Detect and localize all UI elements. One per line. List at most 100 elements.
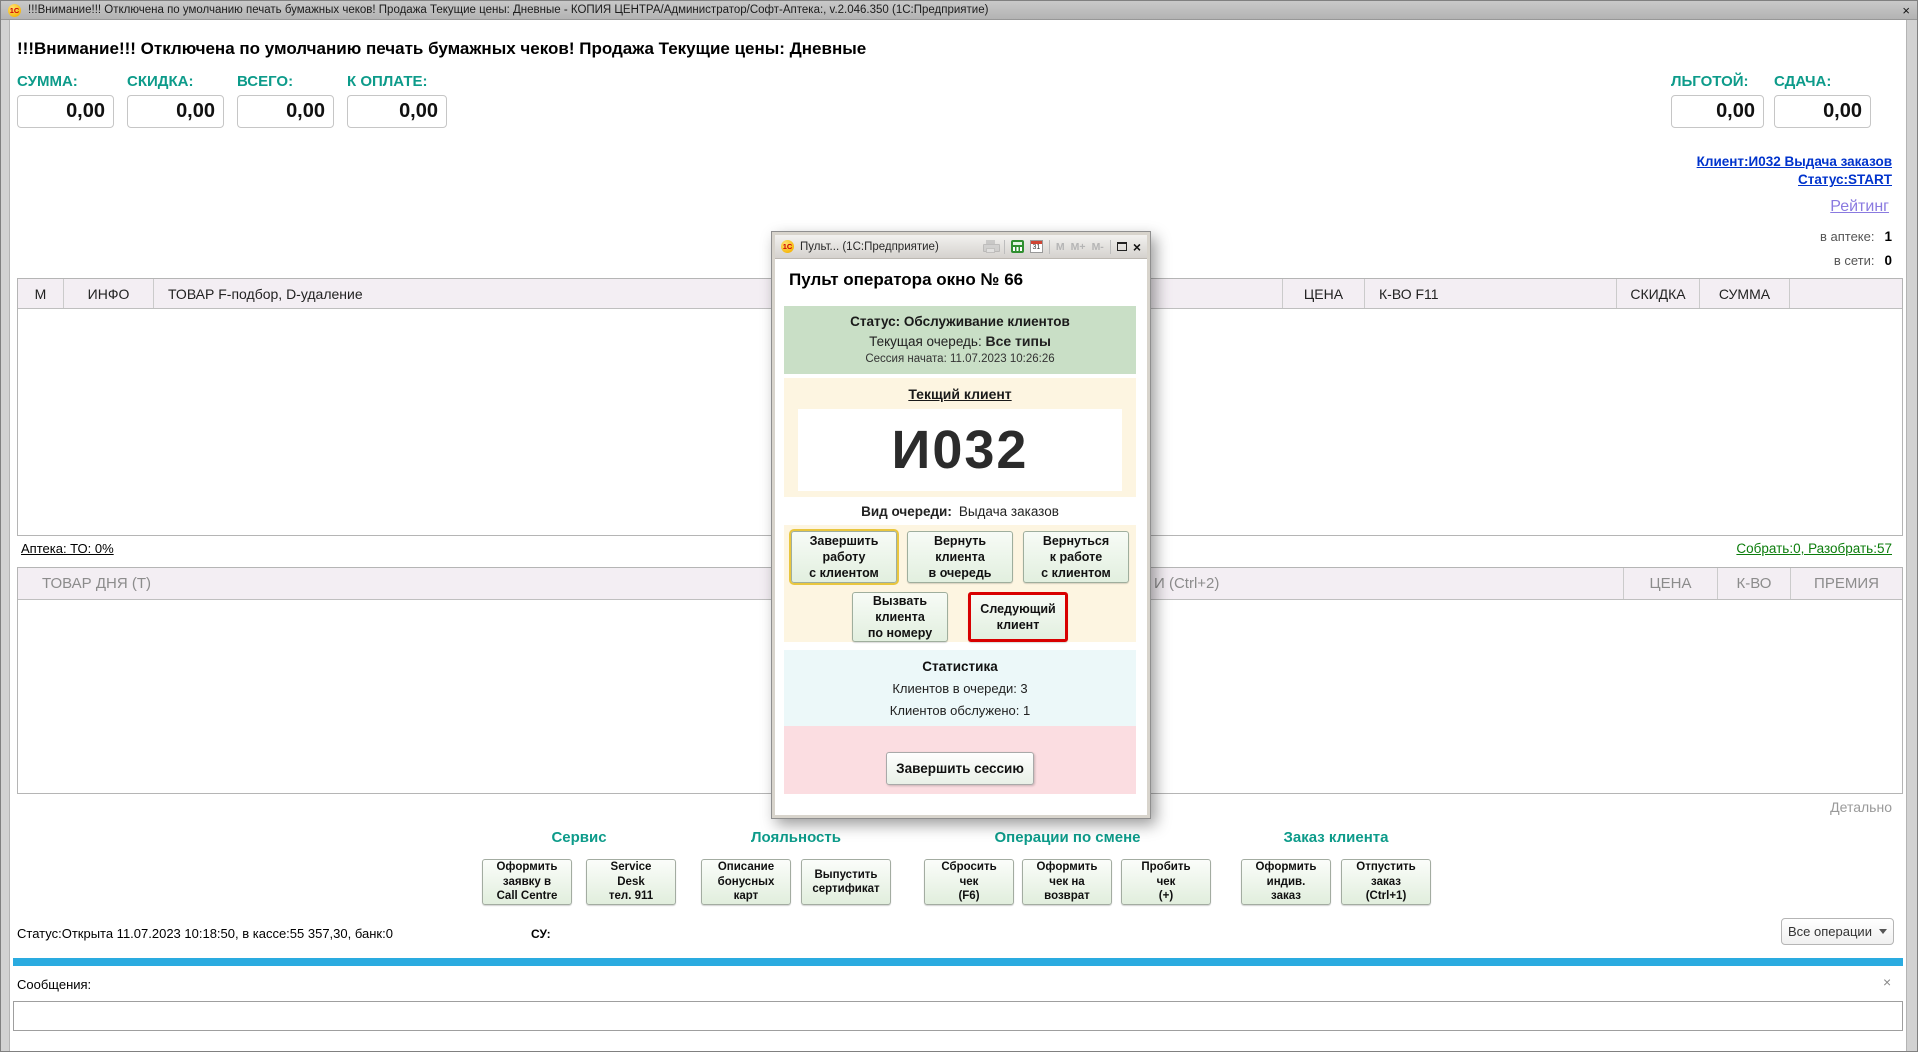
total-to-pay-value: 0,00 — [347, 95, 447, 128]
messages-close-icon[interactable]: × — [1883, 974, 1891, 990]
maximize-icon[interactable] — [1116, 242, 1127, 251]
total-privilege-label: ЛЬГОТОЙ: — [1671, 73, 1749, 90]
queue-kind-value: Выдача заказов — [958, 503, 1059, 519]
client-buttons-row-1: Завершить работу с клиентом Вернуть клие… — [784, 531, 1136, 583]
client-buttons-row-2: Вызвать клиента по номеру Следующий клие… — [784, 592, 1136, 642]
column-header-sum: СУММА — [1700, 279, 1790, 308]
total-change: СДАЧА: 0,00 — [1774, 73, 1871, 128]
column-header-info: ИНФО — [64, 279, 154, 308]
issue-certificate-button[interactable]: Выпустить сертификат — [801, 859, 891, 905]
end-session-button[interactable]: Завершить сессию — [886, 752, 1034, 785]
individual-order-button[interactable]: Оформить индив. заказ — [1241, 859, 1331, 905]
total-sum: СУММА: 0,00 — [17, 73, 114, 128]
memory-button[interactable]: M — [1056, 241, 1065, 253]
reset-receipt-button[interactable]: Сбросить чек (F6) — [924, 859, 1014, 905]
detail-hint: Детально — [1830, 799, 1892, 815]
column-header-day-qty: К-ВО — [1717, 568, 1790, 599]
titlebar-separator — [1003, 239, 1005, 254]
window-close-icon[interactable]: × — [1902, 4, 1910, 17]
window-border-right — [1906, 20, 1917, 1051]
statistics-box: Статистика Клиентов в очереди: 3 Клиенто… — [784, 650, 1136, 726]
session-status-line: Статус: Обслуживание клиентов — [850, 314, 1070, 329]
section-title-service: Сервис — [551, 829, 607, 846]
window-titlebar: 1С !!!Внимание!!! Отключена по умолчанию… — [1, 1, 1917, 20]
session-start-label: Сессия начата: — [865, 353, 947, 365]
calculator-icon[interactable] — [1010, 240, 1024, 253]
message-input[interactable] — [13, 1001, 1903, 1031]
separator-bar — [13, 958, 1903, 966]
column-header-discount: СКИДКА — [1617, 279, 1700, 308]
service-desk-button[interactable]: Service Desk тел. 911 — [586, 859, 676, 905]
in-pharmacy-label: в аптеке: — [1819, 229, 1875, 244]
collect-disassemble-link[interactable]: Собрать:0, Разобрать:57 — [1736, 541, 1892, 556]
call-centre-request-button[interactable]: Оформить заявку в Call Centre — [482, 859, 572, 905]
calendar-icon[interactable]: 31 — [1029, 240, 1043, 253]
total-overall-value: 0,00 — [237, 95, 334, 128]
total-sum-label: СУММА: — [17, 73, 78, 90]
column-header-filler — [1790, 279, 1902, 308]
return-client-button[interactable]: Вернуть клиента в очередь — [907, 531, 1013, 583]
current-client-title: Текщий клиент — [908, 386, 1012, 402]
session-start-line: Сессия начата: 11.07.2023 10:26:26 — [784, 353, 1136, 365]
total-to-pay: К ОПЛАТЕ: 0,00 — [347, 73, 447, 128]
column-header-m: М — [18, 279, 64, 308]
su-label: СУ: — [531, 927, 551, 941]
in-pharmacy-counter: в аптеке: 1 — [1820, 229, 1892, 244]
end-session-box: Завершить сессию — [784, 726, 1136, 794]
client-link[interactable]: Клиент:И032 Выдача заказов — [1697, 154, 1892, 169]
queue-kind-label: Вид очереди: — [861, 503, 952, 519]
queue-kind-row: Вид очереди: Выдача заказов — [784, 497, 1136, 525]
chevron-down-icon — [1878, 929, 1887, 934]
total-discount-value: 0,00 — [127, 95, 224, 128]
total-change-value: 0,00 — [1774, 95, 1871, 128]
total-change-label: СДАЧА: — [1774, 73, 1832, 90]
titlebar-separator — [1109, 239, 1111, 254]
dialog-titlebar: 1С Пульт... (1С:Предприятие) 31 M M+ M- … — [775, 235, 1147, 259]
column-header-day-price: ЦЕНА — [1623, 568, 1717, 599]
pharmacy-to-link[interactable]: Аптека: ТО: 0% — [21, 541, 114, 556]
finish-client-button[interactable]: Завершить работу с клиентом — [791, 531, 897, 583]
cash-status-text: Статус:Открыта 11.07.2023 10:18:50, в ка… — [17, 926, 393, 941]
in-network-label: в сети: — [1833, 253, 1875, 268]
all-operations-button[interactable]: Все операции — [1781, 918, 1894, 945]
column-header-day-bonus: ПРЕМИЯ — [1790, 568, 1902, 599]
call-client-by-number-button[interactable]: Вызвать клиента по номеру — [852, 592, 948, 642]
status-link[interactable]: Статус:START — [1798, 172, 1892, 187]
client-number: И032 — [798, 409, 1122, 491]
resume-client-button[interactable]: Вернуться к работе с клиентом — [1023, 531, 1129, 583]
total-discount: СКИДКА: 0,00 — [127, 73, 224, 128]
current-queue-label: Текущая очередь: — [869, 334, 982, 349]
dialog-close-icon[interactable]: × — [1133, 239, 1141, 255]
punch-receipt-button[interactable]: Пробить чек (+) — [1121, 859, 1211, 905]
column-header-i-ctrl2: И (Ctrl+2) — [1154, 575, 1220, 592]
total-privilege: ЛЬГОТОЙ: 0,00 — [1671, 73, 1764, 128]
total-overall: ВСЕГО: 0,00 — [237, 73, 334, 128]
app-window: 1С !!!Внимание!!! Отключена по умолчанию… — [0, 0, 1918, 1052]
memory-minus-button[interactable]: M- — [1092, 241, 1104, 253]
statistics-title: Статистика — [922, 659, 998, 674]
return-receipt-button[interactable]: Оформить чек на возврат — [1022, 859, 1112, 905]
current-queue-value: Все типы — [985, 333, 1051, 349]
clients-served: Клиентов обслужено: 1 — [889, 703, 1031, 718]
total-discount-label: СКИДКА: — [127, 73, 194, 90]
titlebar-separator — [1048, 239, 1050, 254]
section-title-client-order: Заказ клиента — [1283, 829, 1389, 846]
print-icon[interactable] — [982, 240, 1000, 253]
in-pharmacy-value: 1 — [1884, 229, 1892, 244]
1c-logo-icon: 1С — [781, 240, 794, 253]
session-status-box: Статус: Обслуживание клиентов Текущая оч… — [784, 306, 1136, 374]
section-title-shift-operations: Операции по смене — [994, 829, 1141, 846]
total-overall-label: ВСЕГО: — [237, 73, 294, 90]
rating-link[interactable]: Рейтинг — [1830, 198, 1889, 216]
session-start-value: 11.07.2023 10:26:26 — [949, 353, 1055, 365]
bonus-cards-info-button[interactable]: Описание бонусных карт — [701, 859, 791, 905]
dialog-title: Пульт... (1С:Предприятие) — [800, 240, 939, 253]
dialog-heading: Пульт оператора окно № 66 — [789, 270, 1024, 289]
in-network-counter: в сети: 0 — [1834, 253, 1892, 268]
total-privilege-value: 0,00 — [1671, 95, 1764, 128]
memory-plus-button[interactable]: M+ — [1071, 241, 1086, 253]
column-header-qty: К-ВО F11 — [1365, 279, 1617, 308]
release-order-button[interactable]: Отпустить заказ (Ctrl+1) — [1341, 859, 1431, 905]
section-title-loyalty: Лояльность — [751, 829, 841, 846]
next-client-button[interactable]: Следующий клиент — [968, 592, 1068, 642]
